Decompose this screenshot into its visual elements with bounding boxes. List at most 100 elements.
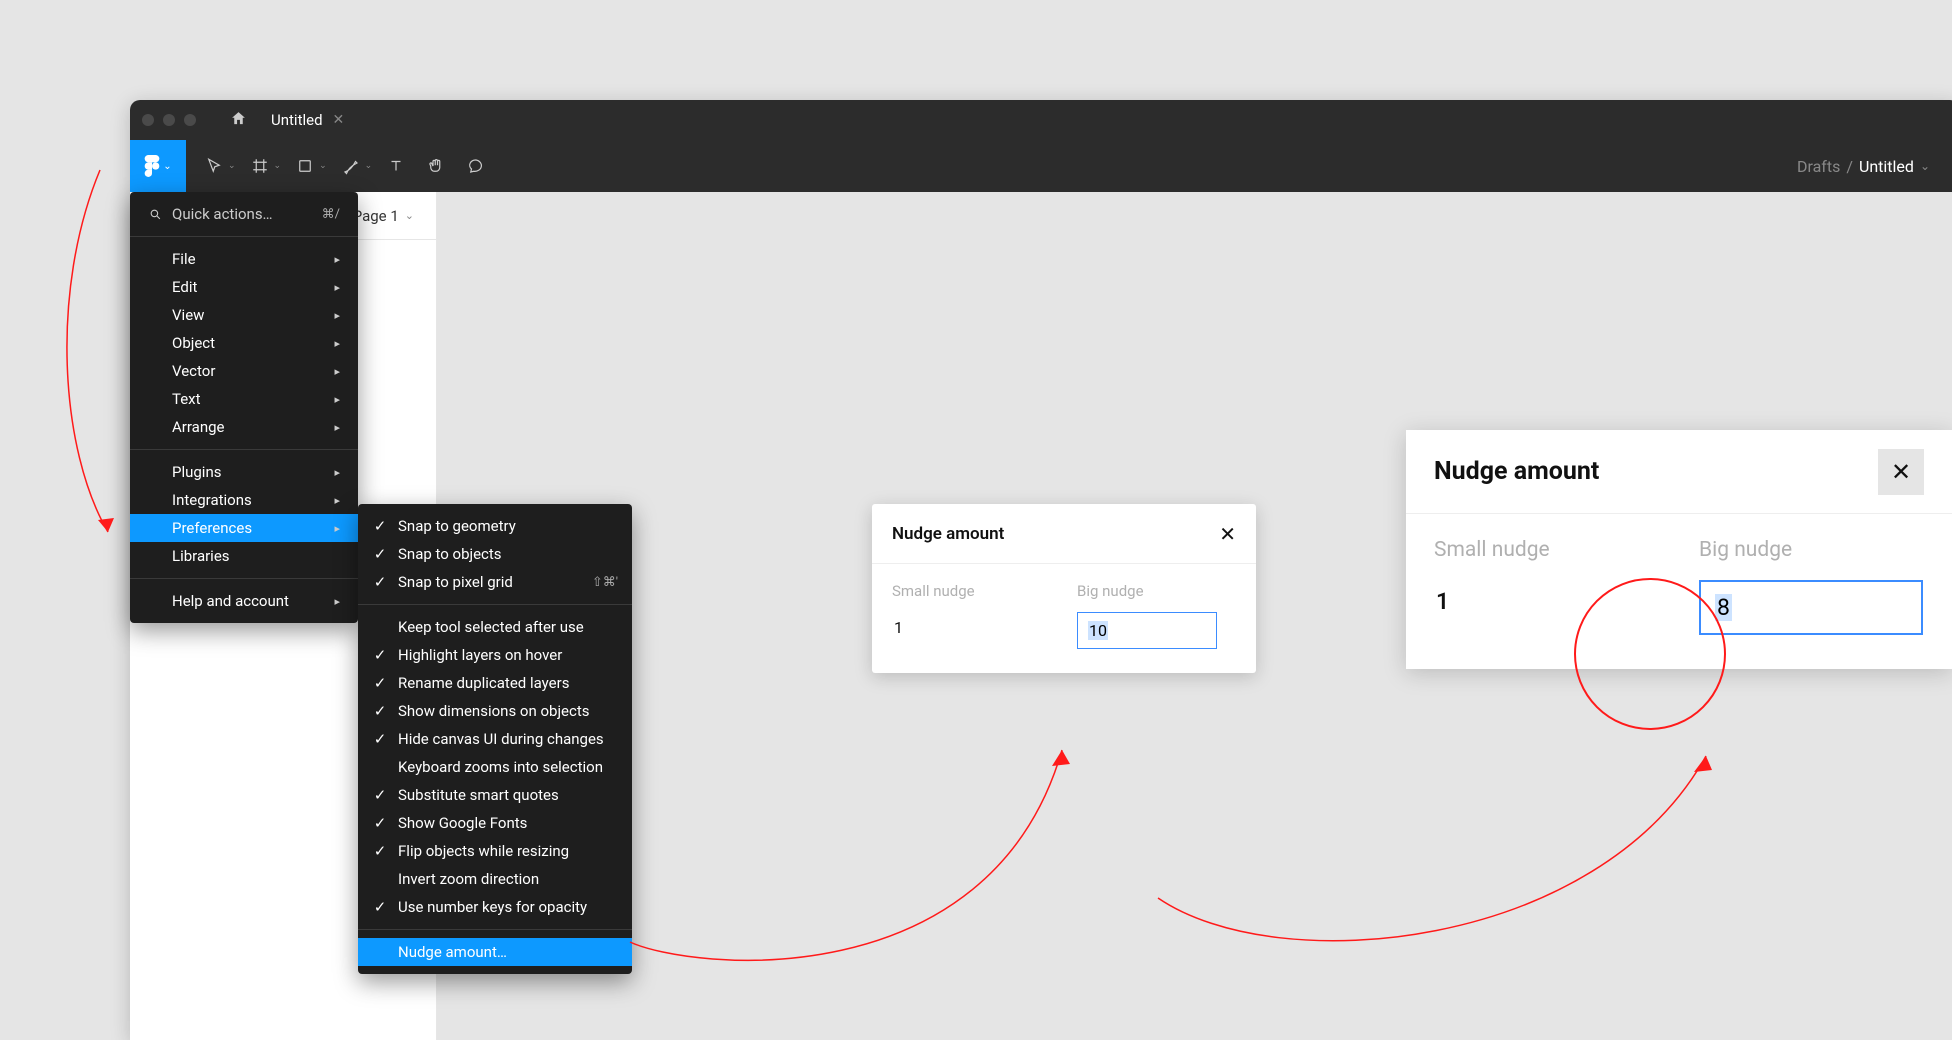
menu-label: Arrange bbox=[172, 418, 224, 436]
menu-item-integrations[interactable]: Integrations ▸ bbox=[130, 486, 358, 514]
chevron-down-icon: ⌄ bbox=[405, 209, 414, 222]
check-icon: ✓ bbox=[372, 573, 388, 591]
text-tool[interactable] bbox=[376, 146, 416, 186]
check-icon: ✓ bbox=[372, 814, 388, 832]
submenu-label: Snap to geometry bbox=[398, 517, 516, 535]
chevron-right-icon: ▸ bbox=[334, 281, 340, 294]
comment-tool[interactable] bbox=[456, 146, 496, 186]
traffic-max[interactable] bbox=[184, 114, 196, 126]
big-nudge-input[interactable]: 8 bbox=[1699, 580, 1923, 635]
submenu-item-snap-to-objects[interactable]: ✓ Snap to objects bbox=[358, 540, 632, 568]
check-icon: ✓ bbox=[372, 674, 388, 692]
submenu-label: Rename duplicated layers bbox=[398, 674, 569, 692]
hand-tool[interactable] bbox=[416, 146, 456, 186]
menu-item-file[interactable]: File▸ bbox=[130, 245, 358, 273]
menu-item-object[interactable]: Object▸ bbox=[130, 329, 358, 357]
breadcrumb-current: Untitled bbox=[1859, 157, 1914, 176]
preferences-submenu: ✓ Snap to geometry ✓ Snap to objects ✓Snap t… bbox=[358, 504, 632, 974]
chevron-down-icon: ⌄ bbox=[163, 161, 171, 172]
menu-divider bbox=[130, 449, 358, 450]
annotation-circle bbox=[1574, 578, 1726, 730]
chevron-right-icon: ▸ bbox=[334, 253, 340, 266]
submenu-shortcut: ⇧⌘' bbox=[592, 575, 618, 590]
submenu-item-flip-objects-while-resizing[interactable]: ✓ Flip objects while resizing bbox=[358, 837, 632, 865]
menu-item-view[interactable]: View▸ bbox=[130, 301, 358, 329]
menu-quick-actions[interactable]: Quick actions… ⌘/ bbox=[130, 200, 358, 228]
menu-label: Plugins bbox=[172, 463, 221, 481]
menu-label: View bbox=[172, 306, 204, 324]
traffic-min[interactable] bbox=[163, 114, 175, 126]
menu-item-libraries[interactable]: Libraries bbox=[130, 542, 358, 570]
file-tab-title: Untitled bbox=[271, 111, 323, 129]
big-nudge-input-value: 10 bbox=[1088, 621, 1108, 640]
submenu-item-show-dimensions-on-objects[interactable]: ✓Show dimensions on objects bbox=[358, 697, 632, 725]
shape-tool[interactable] bbox=[285, 146, 325, 186]
check-icon: ✓ bbox=[372, 545, 388, 563]
submenu-label: Hide canvas UI during changes bbox=[398, 730, 604, 748]
submenu-item-substitute-smart-quotes[interactable]: ✓Substitute smart quotes bbox=[358, 781, 632, 809]
breadcrumb-sep: / bbox=[1846, 157, 1853, 176]
menu-item-edit[interactable]: Edit▸ bbox=[130, 273, 358, 301]
big-nudge-label: Big nudge bbox=[1699, 538, 1924, 562]
submenu-item-hide-canvas-ui-during-changes[interactable]: ✓Hide canvas UI during changes bbox=[358, 725, 632, 753]
check-icon: ✓ bbox=[372, 646, 388, 664]
submenu-item-rename-duplicated-layers[interactable]: ✓ Rename duplicated layers bbox=[358, 669, 632, 697]
menu-divider bbox=[130, 578, 358, 579]
figma-menu-button[interactable]: ⌄ bbox=[130, 140, 186, 192]
submenu-item-keep-tool-selected-after-use[interactable]: Keep tool selected after use bbox=[358, 613, 632, 641]
menu-item-text[interactable]: Text▸ bbox=[130, 385, 358, 413]
menu-label: Integrations bbox=[172, 491, 252, 509]
submenu-item-keyboard-zooms-into-selection[interactable]: Keyboard zooms into selection bbox=[358, 753, 632, 781]
submenu-nudge-amount[interactable]: Nudge amount… bbox=[358, 938, 632, 966]
big-nudge-label: Big nudge bbox=[1077, 582, 1236, 600]
small-nudge-label: Small nudge bbox=[1434, 538, 1659, 562]
check-icon: ✓ bbox=[372, 517, 388, 535]
file-tab[interactable]: Untitled ✕ bbox=[263, 111, 352, 129]
chevron-right-icon: ▸ bbox=[334, 365, 340, 378]
submenu-item-snap-to-pixel-grid[interactable]: ✓Snap to pixel grid⇧⌘' bbox=[358, 568, 632, 596]
move-tool[interactable] bbox=[194, 146, 234, 186]
check-icon: ✓ bbox=[372, 842, 388, 860]
main-menu: Quick actions… ⌘/ File▸Edit▸View▸Object▸… bbox=[130, 192, 358, 623]
submenu-item-use-number-keys-for-opacity[interactable]: ✓Use number keys for opacity bbox=[358, 893, 632, 921]
submenu-label: Substitute smart quotes bbox=[398, 786, 559, 804]
small-nudge-value[interactable]: 1 bbox=[892, 612, 1051, 643]
toolbar: ⌄ ⌄ ⌄ ⌄ ⌄ bbox=[130, 140, 1952, 192]
close-button[interactable]: ✕ bbox=[1878, 449, 1924, 495]
close-icon[interactable]: ✕ bbox=[1219, 522, 1236, 546]
close-tab-icon[interactable]: ✕ bbox=[333, 112, 345, 128]
small-nudge-label: Small nudge bbox=[892, 582, 1051, 600]
chevron-right-icon: ▸ bbox=[334, 595, 340, 608]
submenu-item-invert-zoom-direction[interactable]: Invert zoom direction bbox=[358, 865, 632, 893]
frame-tool[interactable] bbox=[240, 146, 280, 186]
menu-item-plugins[interactable]: Plugins▸ bbox=[130, 458, 358, 486]
chevron-right-icon: ▸ bbox=[334, 393, 340, 406]
submenu-label: Snap to objects bbox=[398, 545, 502, 563]
dialog-header: Nudge amount ✕ bbox=[872, 504, 1256, 564]
check-icon: ✓ bbox=[372, 898, 388, 916]
chevron-right-icon: ▸ bbox=[334, 494, 340, 507]
home-icon[interactable] bbox=[230, 110, 247, 131]
breadcrumb[interactable]: Drafts / Untitled ⌄ bbox=[1797, 157, 1930, 176]
submenu-label: Show dimensions on objects bbox=[398, 702, 589, 720]
menu-item-preferences[interactable]: Preferences ▸ bbox=[130, 514, 358, 542]
menu-divider bbox=[358, 604, 632, 605]
traffic-lights bbox=[142, 114, 196, 126]
menu-item-help-and-account[interactable]: Help and account▸ bbox=[130, 587, 358, 615]
menu-shortcut: ⌘/ bbox=[322, 207, 340, 222]
submenu-label: Flip objects while resizing bbox=[398, 842, 569, 860]
page-label: Page 1 bbox=[353, 207, 399, 225]
menu-item-vector[interactable]: Vector ▸ bbox=[130, 357, 358, 385]
chevron-right-icon: ▸ bbox=[334, 522, 340, 535]
submenu-item-snap-to-geometry[interactable]: ✓ Snap to geometry bbox=[358, 512, 632, 540]
traffic-close[interactable] bbox=[142, 114, 154, 126]
menu-label: Preferences bbox=[172, 519, 252, 537]
big-nudge-input[interactable]: 10 bbox=[1077, 612, 1217, 649]
submenu-item-highlight-layers-on-hover[interactable]: ✓Highlight layers on hover bbox=[358, 641, 632, 669]
pen-tool[interactable] bbox=[331, 146, 371, 186]
submenu-item-show-google-fonts[interactable]: ✓Show Google Fonts bbox=[358, 809, 632, 837]
menu-label: Vector bbox=[172, 362, 215, 380]
menu-item-arrange[interactable]: Arrange ▸ bbox=[130, 413, 358, 441]
chevron-right-icon: ▸ bbox=[334, 421, 340, 434]
dialog-title: Nudge amount bbox=[1434, 457, 1878, 486]
